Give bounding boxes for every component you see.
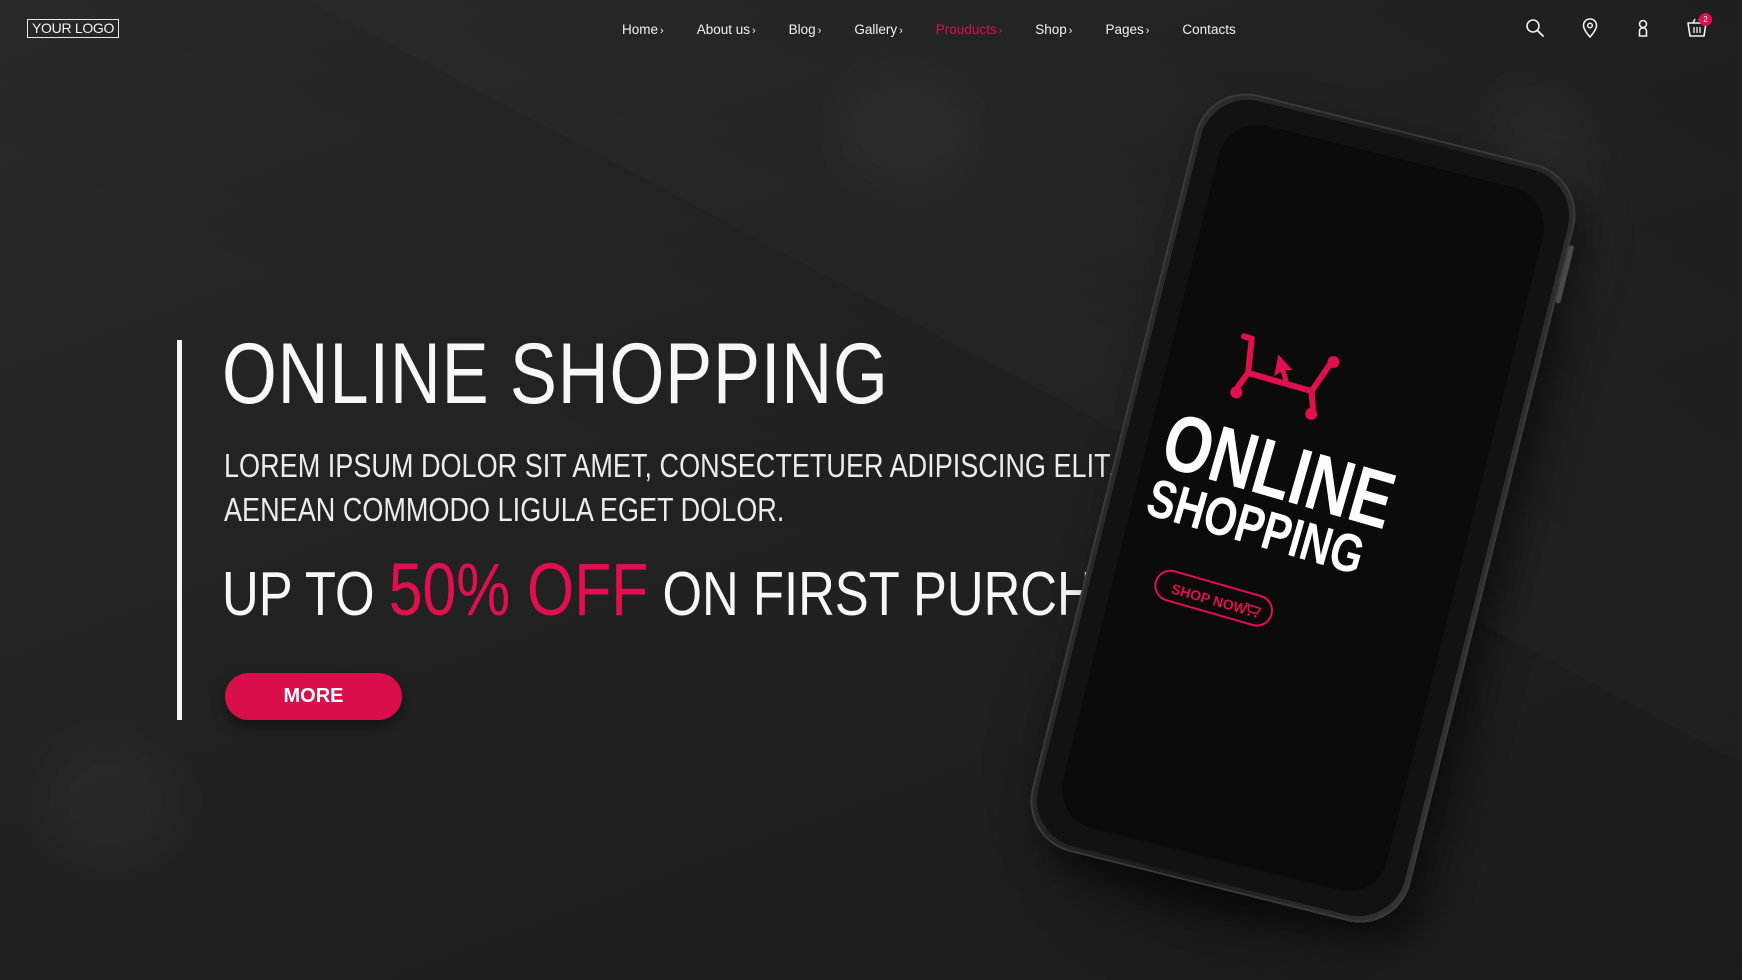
user-icon[interactable]: [1632, 17, 1654, 39]
chevron-right-icon: ›: [1145, 24, 1150, 37]
nav-item-home[interactable]: Home ›: [622, 22, 664, 37]
chevron-right-icon: ›: [817, 24, 822, 37]
more-button[interactable]: MORE: [225, 673, 402, 720]
nav-item-label: Blog: [788, 21, 816, 37]
nav-item-label: Home: [622, 21, 659, 37]
chevron-right-icon: ›: [1068, 24, 1073, 37]
nav-item-label: Prouducts: [935, 21, 997, 37]
chevron-right-icon: ›: [751, 24, 756, 37]
chevron-right-icon: ›: [998, 24, 1003, 37]
nav-item-about-us[interactable]: About us ›: [697, 22, 756, 37]
nav-item-label: Pages: [1105, 21, 1144, 37]
hero-subtitle: LOREM IPSUM DOLOR SIT AMET, CONSECTETUER…: [224, 444, 1115, 532]
nav-item-label: Shop: [1035, 21, 1067, 37]
nav-item-pages[interactable]: Pages ›: [1105, 22, 1149, 37]
search-icon[interactable]: [1524, 17, 1546, 39]
offer-prefix: UP TO: [222, 560, 389, 629]
hero-subtitle-line: AENEAN COMMODO LIGULA EGET DOLOR.: [224, 491, 785, 528]
location-pin-icon[interactable]: [1579, 17, 1601, 39]
nav-item-label: About us: [696, 21, 750, 37]
background-highlight: [840, 70, 980, 190]
nav-item-gallery[interactable]: Gallery ›: [854, 22, 902, 37]
nav-item-products[interactable]: Prouducts ›: [936, 22, 1002, 37]
background-highlight: [40, 740, 180, 860]
hero-accent-bar: [177, 340, 182, 720]
cart-count-badge: 2: [1699, 13, 1712, 26]
site-logo[interactable]: YOUR LOGO: [27, 19, 120, 38]
offer-discount: 50% OFF: [388, 548, 649, 631]
hero-subtitle-line: LOREM IPSUM DOLOR SIT AMET, CONSECTETUER…: [224, 447, 1116, 484]
shop-now-label: SHOP NOW: [1169, 580, 1249, 618]
top-navigation-bar: YOUR LOGO Home › About us › Blog › Gallery ›…: [0, 0, 1742, 58]
nav-item-shop[interactable]: Shop ›: [1035, 22, 1072, 37]
chevron-right-icon: ›: [660, 24, 664, 37]
nav-item-contacts[interactable]: Contacts: [1182, 22, 1235, 37]
cart-icon[interactable]: 2: [1686, 13, 1712, 39]
chevron-right-icon: ›: [899, 24, 903, 37]
hero-title: ONLINE SHOPPING: [222, 326, 889, 422]
nav-item-label: Contacts: [1182, 21, 1236, 37]
hero-offer: UP TO 50% OFF ON FIRST PURCHASE: [222, 552, 1195, 633]
landing-page: YOUR LOGO Home › About us › Blog › Gallery ›…: [0, 0, 1742, 980]
nav-item-blog[interactable]: Blog ›: [789, 22, 822, 37]
nav-item-label: Gallery: [854, 21, 898, 37]
shop-now-button[interactable]: SHOP NOW: [1150, 565, 1277, 631]
main-nav: Home › About us › Blog › Gallery › Prouducts…: [622, 19, 1269, 39]
